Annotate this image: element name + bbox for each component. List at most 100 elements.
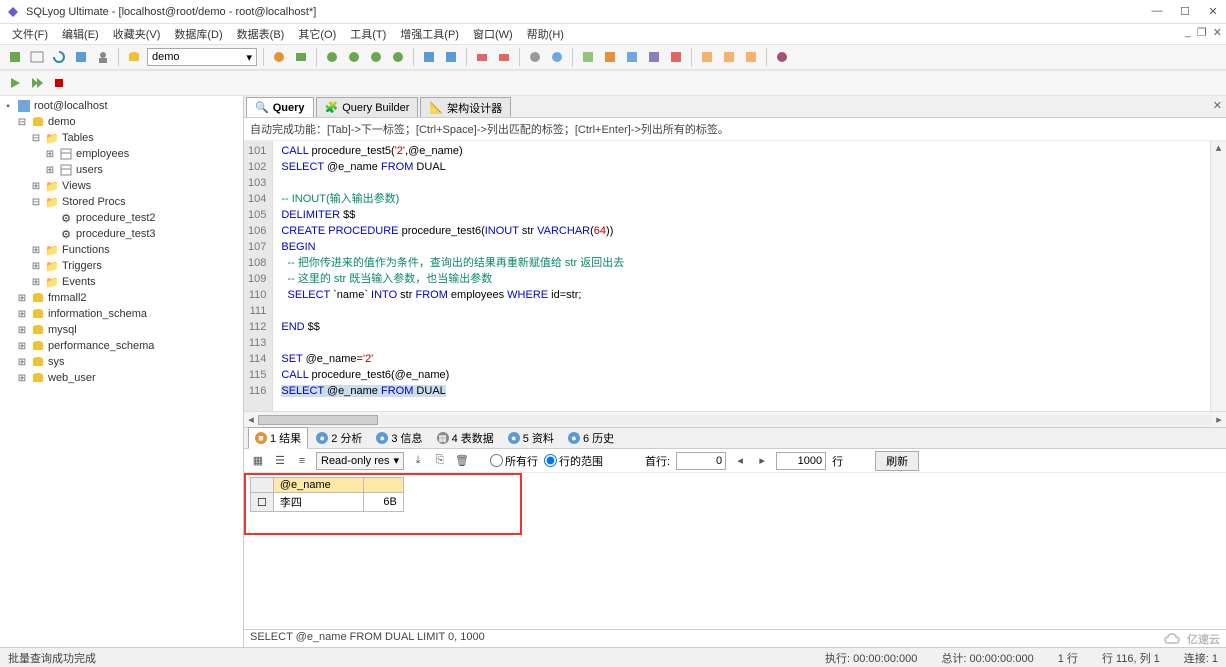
execute-icon[interactable] — [6, 74, 24, 92]
export-icon[interactable]: ⤓ — [410, 453, 426, 469]
tb-icon-19[interactable] — [720, 48, 738, 66]
rtab-4-tabledata[interactable]: ▦4 表数据 — [431, 428, 500, 448]
tree-db-information-schema[interactable]: ⊞information_schema — [0, 306, 243, 322]
menu-table[interactable]: 数据表(B) — [231, 24, 291, 44]
tree-db-mysql[interactable]: ⊞mysql — [0, 322, 243, 338]
menu-edit[interactable]: 编辑(E) — [56, 24, 105, 44]
form-icon[interactable]: ☰ — [272, 453, 288, 469]
tb-icon-10[interactable] — [495, 48, 513, 66]
tb-icon-15[interactable] — [623, 48, 641, 66]
menu-other[interactable]: 其它(O) — [292, 24, 342, 44]
text-icon[interactable]: ≡ — [294, 453, 310, 469]
editor-hscrollbar[interactable]: ◂▸ — [244, 411, 1226, 427]
delete-icon[interactable]: 🗑 — [454, 453, 470, 469]
menu-tools[interactable]: 工具(T) — [344, 24, 392, 44]
editor-vscrollbar[interactable]: ▴ — [1210, 141, 1226, 411]
tree-table-employees[interactable]: ⊞employees — [0, 146, 243, 162]
result-grid[interactable]: @e_name ☐李四6B — [244, 473, 1226, 629]
tb-icon-12[interactable] — [548, 48, 566, 66]
col-header[interactable]: @e_name — [273, 478, 363, 493]
tb-icon-9[interactable] — [473, 48, 491, 66]
tab-query-builder[interactable]: 🧩Query Builder — [316, 97, 419, 117]
tree-events[interactable]: ⊞📁Events — [0, 274, 243, 290]
rtab-5-info[interactable]: ●5 资料 — [502, 428, 560, 448]
refresh-icon[interactable] — [50, 48, 68, 66]
tree-storedprocs[interactable]: ⊟📁Stored Procs — [0, 194, 243, 210]
database-icon — [31, 371, 45, 385]
tree-functions[interactable]: ⊞📁Functions — [0, 242, 243, 258]
minimize-button[interactable]: — — [1150, 5, 1164, 18]
tree-triggers[interactable]: ⊞📁Triggers — [0, 258, 243, 274]
copy-icon[interactable]: ⎘ — [432, 453, 448, 469]
users-icon[interactable] — [94, 48, 112, 66]
execute-all-icon[interactable] — [28, 74, 46, 92]
tb-icon-1[interactable] — [270, 48, 288, 66]
menu-database[interactable]: 数据库(D) — [168, 24, 228, 44]
database-selector[interactable]: demo▾ — [147, 48, 257, 66]
tree-db-performance-schema[interactable]: ⊞performance_schema — [0, 338, 243, 354]
tb-icon-17[interactable] — [667, 48, 685, 66]
readonly-combo[interactable]: Read-only res▾ — [316, 452, 404, 470]
tb-icon-3[interactable] — [323, 48, 341, 66]
limit-input[interactable] — [776, 452, 826, 470]
menu-advtools[interactable]: 增强工具(P) — [394, 24, 465, 44]
tab-close-icon[interactable]: ✕ — [1213, 99, 1222, 112]
stop-icon[interactable] — [50, 74, 68, 92]
tb-icon-13[interactable] — [579, 48, 597, 66]
title-bar: SQLyog Ultimate - [localhost@root/demo -… — [0, 0, 1226, 24]
tree-db-sys[interactable]: ⊞sys — [0, 354, 243, 370]
grid-icon[interactable]: ▦ — [250, 453, 266, 469]
tb-icon-4[interactable] — [345, 48, 363, 66]
save-icon[interactable] — [72, 48, 90, 66]
rtab-3-messages[interactable]: ●3 信息 — [370, 428, 428, 448]
menu-favorites[interactable]: 收藏夹(V) — [107, 24, 167, 44]
first-row-input[interactable] — [676, 452, 726, 470]
tb-icon-16[interactable] — [645, 48, 663, 66]
tb-icon-8[interactable] — [442, 48, 460, 66]
radio-row-range[interactable]: 行的范围 — [544, 453, 603, 469]
refresh-button[interactable]: 刷新 — [875, 451, 919, 471]
tb-icon-5[interactable] — [367, 48, 385, 66]
rtab-1-result[interactable]: ■1 结果 — [248, 427, 308, 449]
tree-views[interactable]: ⊞📁Views — [0, 178, 243, 194]
tb-icon-7[interactable] — [420, 48, 438, 66]
tb-icon-21[interactable] — [773, 48, 791, 66]
rtab-2-profile[interactable]: ●2 分析 — [310, 428, 368, 448]
radio-all-rows[interactable]: 所有行 — [490, 453, 538, 469]
menu-file[interactable]: 文件(F) — [6, 24, 54, 44]
tree-db-demo[interactable]: ⊟demo — [0, 114, 243, 130]
tab-query[interactable]: 🔍Query — [246, 97, 314, 117]
tb-icon-18[interactable] — [698, 48, 716, 66]
tb-icon-11[interactable] — [526, 48, 544, 66]
maximize-button[interactable]: ☐ — [1178, 5, 1192, 18]
sql-editor[interactable]: 1011021031041051061071081091101111121131… — [244, 141, 1226, 411]
tree-table-users[interactable]: ⊞users — [0, 162, 243, 178]
rtab-6-history[interactable]: ●6 历史 — [562, 428, 620, 448]
close-button[interactable]: ✕ — [1206, 5, 1220, 18]
tree-proc-test2[interactable]: ⚙procedure_test2 — [0, 210, 243, 226]
tb-icon-2[interactable] — [292, 48, 310, 66]
next-page-icon[interactable]: ▸ — [754, 453, 770, 469]
result-toolbar: ▦ ☰ ≡ Read-only res▾ ⤓ ⎘ 🗑 所有行 行的范围 首行: … — [244, 449, 1226, 473]
menu-window[interactable]: 窗口(W) — [467, 24, 519, 44]
tb-icon-6[interactable] — [389, 48, 407, 66]
mdi-max-button[interactable]: ❐ — [1197, 26, 1207, 39]
menu-help[interactable]: 帮助(H) — [521, 24, 570, 44]
tree-db-fmmall2[interactable]: ⊞fmmall2 — [0, 290, 243, 306]
mdi-close-button[interactable]: ✕ — [1213, 26, 1222, 39]
tree-tables[interactable]: ⊟📁Tables — [0, 130, 243, 146]
tb-icon-20[interactable] — [742, 48, 760, 66]
table-row[interactable]: ☐李四6B — [251, 493, 404, 512]
database-icon — [31, 115, 45, 129]
tab-schema-designer[interactable]: 📐架构设计器 — [420, 97, 511, 117]
prev-page-icon[interactable]: ◂ — [732, 453, 748, 469]
new-connection-icon[interactable] — [6, 48, 24, 66]
tree-root[interactable]: ▪root@localhost — [0, 98, 243, 114]
new-query-icon[interactable] — [28, 48, 46, 66]
tb-icon-14[interactable] — [601, 48, 619, 66]
tree-proc-test3[interactable]: ⚙procedure_test3 — [0, 226, 243, 242]
tree-db-web-user[interactable]: ⊞web_user — [0, 370, 243, 386]
folder-icon: 📁 — [45, 195, 59, 209]
mdi-restore-button[interactable]: _ — [1185, 26, 1191, 39]
object-browser[interactable]: ▪root@localhost ⊟demo ⊟📁Tables ⊞employee… — [0, 96, 244, 647]
